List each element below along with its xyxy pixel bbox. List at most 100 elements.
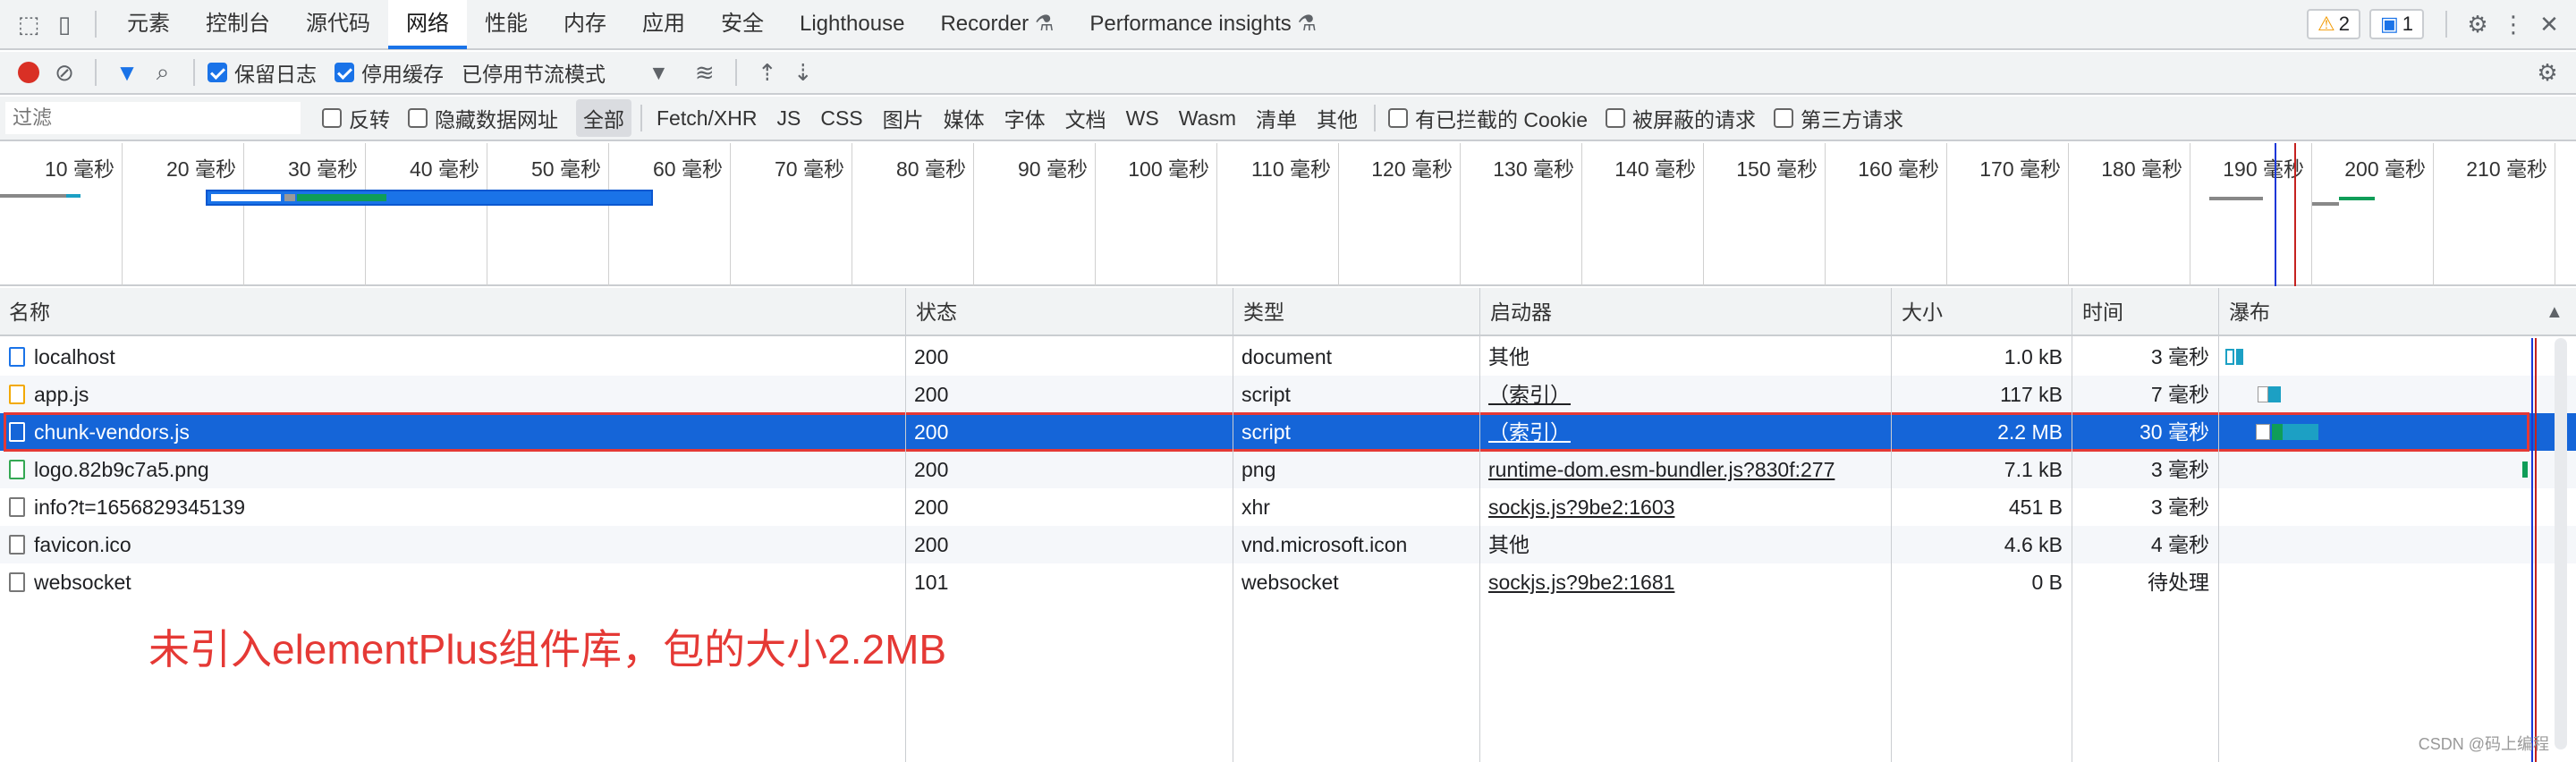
script-icon	[9, 384, 25, 404]
network-toolbar: ⊘ ▼ ⌕ 保留日志 停用缓存 已停用节流模式 ▼ ≋ ⇡ ⇣ ⚙	[0, 52, 2576, 95]
cell-time: 7 毫秒	[2072, 376, 2218, 413]
checkbox-box[interactable]	[1773, 108, 1793, 128]
tab-8[interactable]: Lighthouse	[782, 0, 922, 49]
column-header-time[interactable]: 时间	[2073, 288, 2123, 336]
checkbox-box[interactable]	[208, 63, 227, 82]
warnings-badge[interactable]: ⚠ 2	[2306, 9, 2360, 39]
cell-size: 0 B	[1891, 563, 2072, 601]
timeline-tick-line	[365, 143, 366, 286]
timeline-overview[interactable]: 10 毫秒 20 毫秒 30 毫秒 40 毫秒 50 毫秒 60 毫秒 70 毫秒 80 毫秒…	[0, 143, 2576, 286]
table-row[interactable]: info?t=1656829345139 200 xhr sockjs.js?9be2…	[0, 488, 2576, 526]
filter-type-5[interactable]: 媒体	[936, 99, 992, 137]
tab-10[interactable]: Performance insights ⚗	[1072, 0, 1335, 49]
cell-initiator[interactable]: sockjs.js?9be2:1603	[1479, 488, 1891, 526]
image-icon	[9, 459, 25, 479]
tab-9[interactable]: Recorder ⚗	[922, 0, 1072, 49]
cell-initiator[interactable]: runtime-dom.esm-bundler.js?830f:277	[1479, 451, 1891, 488]
hide-data-urls-checkbox[interactable]: 隐藏数据网址	[408, 103, 558, 133]
cell-text: sockjs.js?9be2:1681	[1488, 571, 1675, 594]
clear-icon[interactable]: ⊘	[47, 55, 82, 90]
filter-type-9[interactable]: Wasm	[1172, 103, 1243, 134]
close-icon[interactable]: ✕	[2531, 6, 2567, 42]
disable-cache-checkbox[interactable]: 停用缓存	[335, 57, 444, 88]
cell-text: 其他	[1488, 533, 1530, 556]
filter-type-11[interactable]: 其他	[1309, 99, 1365, 137]
tab-4[interactable]: 性能	[467, 0, 546, 49]
cell-text: 1.0 kB	[2004, 345, 2063, 368]
overview-bar-late-3	[2339, 197, 2375, 200]
table-row[interactable]: logo.82b9c7a5.png 200 png runtime-dom.esm-b…	[0, 451, 2576, 488]
filter-type-6[interactable]: 字体	[997, 99, 1053, 137]
filter-type-4[interactable]: 图片	[876, 99, 931, 137]
column-divider	[905, 288, 906, 762]
filter-type-0[interactable]: 全部	[576, 99, 631, 137]
sort-ascending-icon[interactable]: ▲	[2537, 288, 2563, 336]
invert-checkbox[interactable]: 反转	[322, 103, 390, 133]
tab-0[interactable]: 元素	[109, 0, 188, 49]
preserve-log-checkbox[interactable]: 保留日志	[208, 57, 317, 88]
tab-3[interactable]: 网络	[388, 0, 467, 49]
filter-type-10[interactable]: 清单	[1249, 99, 1304, 137]
cell-type: websocket	[1233, 563, 1479, 601]
cell-type: xhr	[1233, 488, 1479, 526]
messages-badge[interactable]: ▣ 1	[2368, 9, 2424, 39]
cell-text: 200	[914, 345, 949, 368]
annotation-text: 未引入elementPlus组件库，包的大小2.2MB	[148, 626, 947, 673]
cell-size: 117 kB	[1891, 376, 2072, 413]
filter-type-2[interactable]: JS	[769, 103, 808, 134]
settings-gear-icon[interactable]: ⚙	[2460, 6, 2496, 42]
network-settings-gear-icon[interactable]: ⚙	[2529, 55, 2565, 90]
third-party-checkbox[interactable]: 第三方请求	[1773, 103, 1903, 133]
more-options-icon[interactable]: ⋮	[2496, 6, 2531, 42]
checkbox-box[interactable]	[322, 108, 342, 128]
overview-bar-localhost-receive	[66, 194, 80, 198]
table-row[interactable]: localhost 200 document 其他 1.0 kB 3 毫秒	[0, 338, 2576, 376]
tab-7[interactable]: 安全	[703, 0, 782, 49]
table-row[interactable]: favicon.ico 200 vnd.microsoft.icon 其他 4.6 kB…	[0, 526, 2576, 563]
tab-5[interactable]: 内存	[546, 0, 624, 49]
throttling-select[interactable]: 已停用节流模式 ▼	[462, 57, 669, 88]
import-har-icon[interactable]: ⇡	[750, 55, 785, 90]
timeline-tick-label: 20 毫秒	[166, 157, 236, 181]
device-toolbar-icon[interactable]: ▯	[47, 6, 82, 42]
blocked-requests-checkbox[interactable]: 被屏蔽的请求	[1605, 103, 1756, 133]
waterfall-bar	[2283, 424, 2318, 440]
filter-icon[interactable]: ▼	[109, 55, 145, 90]
export-har-icon[interactable]: ⇣	[785, 55, 821, 90]
checkbox-box[interactable]	[335, 63, 354, 82]
table-row[interactable]: websocket 101 websocket sockjs.js?9be2:1681…	[0, 563, 2576, 601]
inspect-element-icon[interactable]: ⬚	[11, 6, 47, 42]
table-row[interactable]: chunk-vendors.js 200 script （索引） 2.2 MB 30 毫秒	[0, 413, 2576, 451]
record-icon[interactable]	[11, 55, 47, 90]
timeline-tick-line	[1825, 143, 1826, 286]
network-conditions-icon[interactable]: ≋	[687, 55, 723, 90]
column-header-name[interactable]: 名称	[0, 288, 50, 336]
cell-initiator[interactable]: （索引）	[1479, 413, 1891, 451]
tab-2[interactable]: 源代码	[288, 0, 388, 49]
checkbox-box[interactable]	[1605, 108, 1625, 128]
filter-type-7[interactable]: 文档	[1058, 99, 1114, 137]
filter-input[interactable]	[5, 102, 301, 134]
column-header-initiator[interactable]: 启动器	[1481, 288, 1552, 336]
column-header-type[interactable]: 类型	[1234, 288, 1284, 336]
cell-initiator[interactable]: sockjs.js?9be2:1681	[1479, 563, 1891, 601]
checkbox-box[interactable]	[1388, 108, 1408, 128]
column-header-waterfall[interactable]: 瀑布	[2220, 288, 2270, 336]
vertical-scrollbar[interactable]	[2555, 338, 2567, 749]
table-row[interactable]: app.js 200 script （索引） 117 kB 7 毫秒	[0, 376, 2576, 413]
tab-1[interactable]: 控制台	[188, 0, 288, 49]
timeline-tick-label: 70 毫秒	[775, 157, 844, 181]
tab-6[interactable]: 应用	[624, 0, 703, 49]
search-icon[interactable]: ⌕	[145, 55, 181, 90]
checkbox-box[interactable]	[408, 108, 428, 128]
cell-initiator[interactable]: （索引）	[1479, 376, 1891, 413]
column-header-status[interactable]: 状态	[907, 288, 957, 336]
blocked-cookies-checkbox[interactable]: 有已拦截的 Cookie	[1388, 103, 1588, 133]
timeline-tick-line	[2068, 143, 2069, 286]
cell-text: 4.6 kB	[2004, 533, 2063, 556]
column-header-size[interactable]: 大小	[1893, 288, 1943, 336]
cell-name: websocket	[0, 563, 905, 601]
filter-type-1[interactable]: Fetch/XHR	[649, 103, 764, 134]
filter-type-3[interactable]: CSS	[813, 103, 869, 134]
filter-type-8[interactable]: WS	[1119, 103, 1166, 134]
